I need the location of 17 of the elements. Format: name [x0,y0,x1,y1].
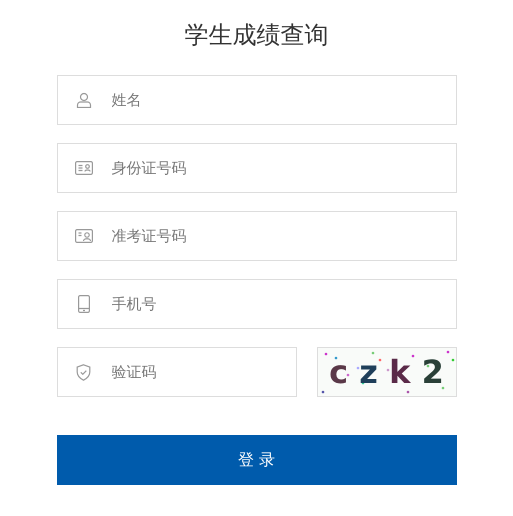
input-field[interactable]: 准考证号码 [56,211,456,261]
input-field[interactable]: 验证码 [56,347,296,397]
captcha-character: c [329,353,348,391]
id-card-icon [74,161,92,175]
captcha-character: k [389,353,410,391]
captcha-character: z [359,353,378,391]
input-field[interactable]: 手机号 [56,279,456,329]
captcha-image[interactable]: c z k 2 [316,347,456,397]
page-title: 学生成绩查询 [184,20,328,51]
phone-icon [78,295,90,313]
input-field[interactable]: 姓名 [56,75,456,125]
input-field[interactable]: 身份证号码 [56,143,456,193]
person-icon [76,92,92,108]
shield-icon [76,364,91,380]
id-card-icon [74,229,92,243]
login-button[interactable]: 登 录 [56,435,456,485]
captcha-character: 2 [422,353,444,391]
